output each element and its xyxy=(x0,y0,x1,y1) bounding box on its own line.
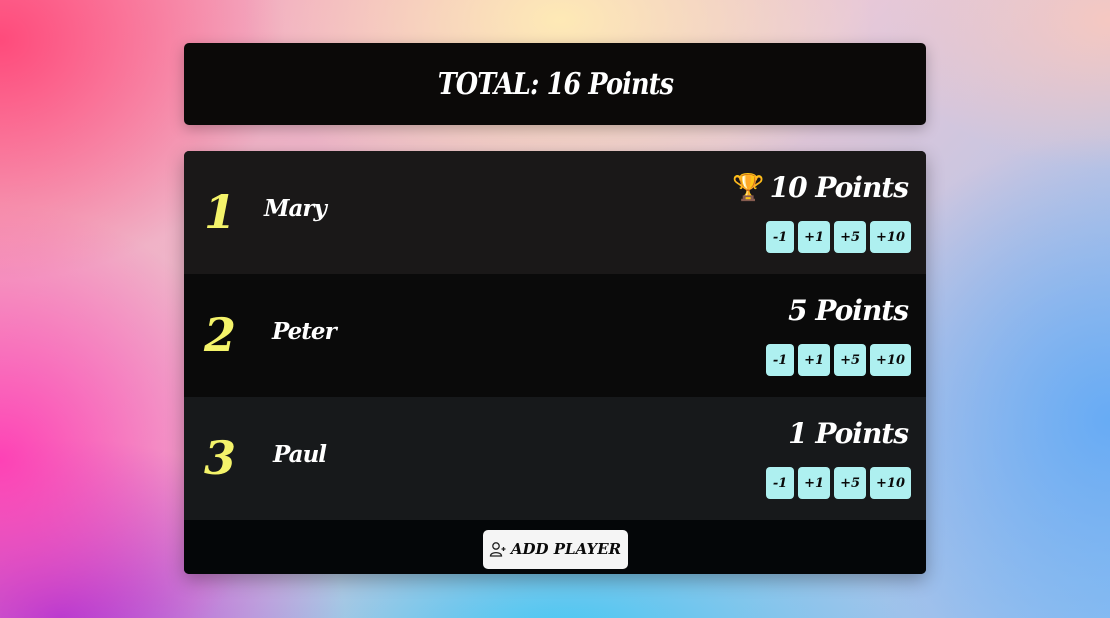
total-card: TOTAL: 16 Points xyxy=(184,43,926,125)
player-score: 1 Points xyxy=(788,417,909,450)
minus-1-button[interactable]: -1 xyxy=(766,467,795,499)
plus-1-button[interactable]: +1 xyxy=(798,344,831,376)
player-row: 1 Mary 🏆 10 Points -1 +1 +5 +10 xyxy=(184,151,926,274)
plus-5-button[interactable]: +5 xyxy=(834,221,867,253)
plus-10-button[interactable]: +10 xyxy=(870,344,911,376)
user-plus-icon xyxy=(489,542,506,557)
plus-5-button[interactable]: +5 xyxy=(834,467,867,499)
player-score-label: 10 Points xyxy=(769,171,909,204)
minus-1-button[interactable]: -1 xyxy=(766,344,795,376)
plus-5-button[interactable]: +5 xyxy=(834,344,867,376)
minus-1-button[interactable]: -1 xyxy=(766,221,795,253)
player-name: Paul xyxy=(273,441,327,468)
player-row: 3 Paul 1 Points -1 +1 +5 +10 xyxy=(184,397,926,520)
player-score-label: 1 Points xyxy=(788,417,909,450)
total-score: TOTAL: 16 Points xyxy=(437,66,673,102)
player-row: 2 Peter 5 Points -1 +1 +5 +10 xyxy=(184,274,926,397)
plus-10-button[interactable]: +10 xyxy=(870,221,911,253)
score-buttons: -1 +1 +5 +10 xyxy=(766,221,911,253)
add-player-button[interactable]: ADD PLAYER xyxy=(482,529,628,569)
score-buttons: -1 +1 +5 +10 xyxy=(766,467,911,499)
player-rank: 3 xyxy=(204,431,237,485)
plus-1-button[interactable]: +1 xyxy=(798,221,831,253)
plus-1-button[interactable]: +1 xyxy=(798,467,831,499)
player-name: Peter xyxy=(272,318,337,345)
player-name: Mary xyxy=(264,195,327,222)
player-score: 🏆 10 Points xyxy=(732,171,909,204)
player-rank: 2 xyxy=(204,308,237,362)
add-player-label: ADD PLAYER xyxy=(510,540,622,558)
trophy-icon: 🏆 xyxy=(732,172,764,203)
board-footer: ADD PLAYER xyxy=(184,520,926,574)
score-buttons: -1 +1 +5 +10 xyxy=(766,344,911,376)
plus-10-button[interactable]: +10 xyxy=(870,467,911,499)
player-rank: 1 xyxy=(204,185,237,239)
player-score: 5 Points xyxy=(788,294,909,327)
leaderboard: 1 Mary 🏆 10 Points -1 +1 +5 +10 2 Peter … xyxy=(184,151,926,574)
player-score-label: 5 Points xyxy=(788,294,909,327)
